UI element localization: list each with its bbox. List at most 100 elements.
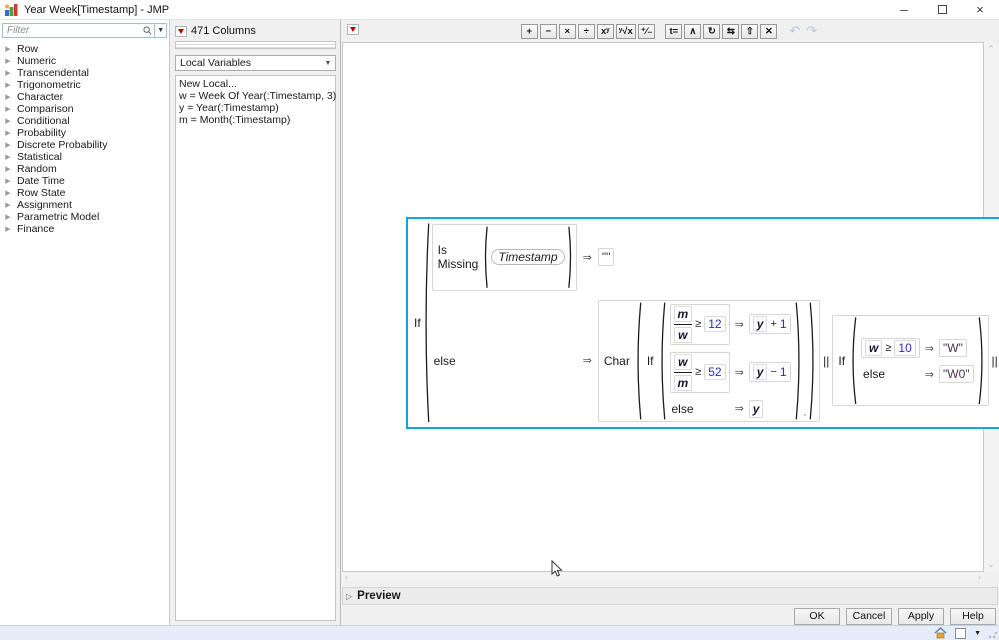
sidebar-item-row-state[interactable]: ▶Row State [4,187,167,199]
sidebar-item-trigonometric[interactable]: ▶Trigonometric [4,79,167,91]
horizontal-scrollbar[interactable]: ‹ › [342,572,984,581]
divide-button[interactable]: ÷ [578,24,595,39]
expander-icon[interactable]: ▶ [4,105,12,113]
sidebar-item-comparison[interactable]: ▶Comparison [4,103,167,115]
sidebar-item-statistical[interactable]: ▶Statistical [4,151,167,163]
expander-icon[interactable]: ▶ [4,69,12,77]
variable-w-node[interactable]: w [865,340,882,356]
sidebar-item-transcendental[interactable]: ▶Transcendental [4,67,167,79]
string-w0-node[interactable]: "W0" [939,365,974,383]
expander-icon[interactable]: ▶ [4,93,12,101]
list-item-local-y[interactable]: y = Year(:Timestamp) [179,102,335,114]
if-keyword[interactable]: If [412,316,423,330]
sidebar-item-random[interactable]: ▶Random [4,163,167,175]
expander-icon[interactable]: ▶ [4,117,12,125]
formula-canvas[interactable]: If Is Missing Timestamp ⇒ "" [342,42,984,572]
formula-selected-expression[interactable]: If Is Missing Timestamp ⇒ "" [406,217,999,429]
else-keyword[interactable]: else [670,402,696,416]
sidebar-item-finance[interactable]: ▶Finance [4,223,167,235]
window-mode-icon[interactable] [955,628,966,639]
sidebar-item-row[interactable]: ▶Row [4,43,167,55]
condition-w-gte-10-node[interactable]: w ≥ 10 [861,338,920,358]
else-keyword[interactable]: else [432,354,458,368]
peel-expression-button[interactable]: ∧ [684,24,701,39]
swap-terms-button[interactable]: ⇆ [722,24,739,39]
switch-sign-button[interactable]: ⁺⁄₋ [638,24,656,39]
expander-icon[interactable]: ▶ [4,225,12,233]
if-keyword[interactable]: If [645,354,656,368]
sidebar-item-parametric-model[interactable]: ▶Parametric Model [4,211,167,223]
status-dropdown-icon[interactable]: ▼ [974,630,981,637]
expander-icon[interactable]: ▶ [4,141,12,149]
condition-node-month[interactable]: m w ≥ 12 [670,304,730,345]
scroll-right-icon[interactable]: › [978,572,981,582]
expander-icon[interactable]: ▶ [4,153,12,161]
sidebar-item-discrete-probability[interactable]: ▶Discrete Probability [4,139,167,151]
variable-m-node[interactable]: m [674,375,693,391]
string-w-node[interactable]: "W" [939,339,967,357]
expander-icon[interactable]: ▶ [4,45,12,53]
scroll-left-icon[interactable]: ‹ [345,572,348,582]
minimize-button[interactable]: – [885,0,923,19]
cancel-button[interactable]: Cancel [846,608,892,625]
expander-icon[interactable]: ▶ [4,177,12,185]
scroll-down-icon[interactable]: ⌄ [987,559,995,570]
filter-input[interactable] [2,23,156,38]
number-52-node[interactable]: 52 [704,364,725,380]
argument-comma[interactable]: , [804,407,807,417]
columns-menu-button[interactable] [175,26,187,37]
variable-scope-select[interactable]: Local Variables ▼ [175,55,336,71]
sidebar-item-character[interactable]: ▶Character [4,91,167,103]
char-year-call-node[interactable]: Char If m [598,300,820,422]
subtract-button[interactable]: − [540,24,557,39]
empty-string-node[interactable]: "" [598,248,615,266]
add-button[interactable]: + [521,24,538,39]
multiply-button[interactable]: × [559,24,576,39]
sidebar-item-assignment[interactable]: ▶Assignment [4,199,167,211]
local-variable-button[interactable]: t= [665,24,682,39]
sidebar-item-probability[interactable]: ▶Probability [4,127,167,139]
variable-y-node[interactable]: y [753,316,768,332]
expander-icon[interactable]: ▶ [4,213,12,221]
week-prefix-if-node[interactable]: If w ≥ 10 ⇒ "W [832,315,988,407]
list-item-local-w[interactable]: w = Week Of Year(:Timestamp, 3) [179,90,335,102]
result-y-node[interactable]: y [749,400,764,418]
maximize-button[interactable] [923,0,961,19]
variable-w-node[interactable]: w [674,327,691,343]
expander-icon[interactable]: ▶ [4,201,12,209]
ok-button[interactable]: OK [794,608,840,625]
filter-dropdown-button[interactable]: ▼ [154,23,167,38]
power-button[interactable]: xʸ [597,24,614,39]
ismissing-call-node[interactable]: Is Missing Timestamp [432,224,577,291]
number-12-node[interactable]: 12 [704,316,725,332]
variable-w-node[interactable]: w [674,354,691,370]
close-button[interactable]: × [961,0,999,19]
condition-node-week[interactable]: w m ≥ 52 [670,352,730,393]
preview-expander-icon[interactable]: ▷ [346,592,352,601]
number-10-node[interactable]: 10 [894,340,915,356]
expander-icon[interactable]: ▶ [4,129,12,137]
result-y-minus-1-node[interactable]: y − 1 [749,362,791,382]
variable-m-node[interactable]: m [674,306,693,322]
rotate-button[interactable]: ↻ [703,24,720,39]
else-keyword[interactable]: else [861,367,887,381]
if-keyword[interactable]: If [836,354,847,368]
result-y-plus-1-node[interactable]: y + 1 [749,314,791,334]
columns-list-collapsed[interactable] [175,41,336,49]
resize-grip[interactable] [988,629,998,639]
timestamp-column-node[interactable]: Timestamp [491,249,564,265]
root-button[interactable]: ʸ√x [616,24,636,39]
list-item-new-local[interactable]: New Local... [179,78,335,90]
delete-button[interactable]: ✕ [760,24,777,39]
undo-button[interactable]: ↶ [787,24,802,39]
variable-y-node[interactable]: y [753,364,768,380]
expander-icon[interactable]: ▶ [4,81,12,89]
formula-menu-button[interactable] [347,24,359,35]
home-icon[interactable] [934,627,947,639]
boxing-button[interactable]: ⇧ [741,24,758,39]
redo-button[interactable]: ↷ [804,24,819,39]
scroll-up-icon[interactable]: ⌃ [987,44,995,55]
preview-section-header[interactable]: ▷ Preview [342,587,998,605]
sidebar-item-date-time[interactable]: ▶Date Time [4,175,167,187]
expander-icon[interactable]: ▶ [4,57,12,65]
